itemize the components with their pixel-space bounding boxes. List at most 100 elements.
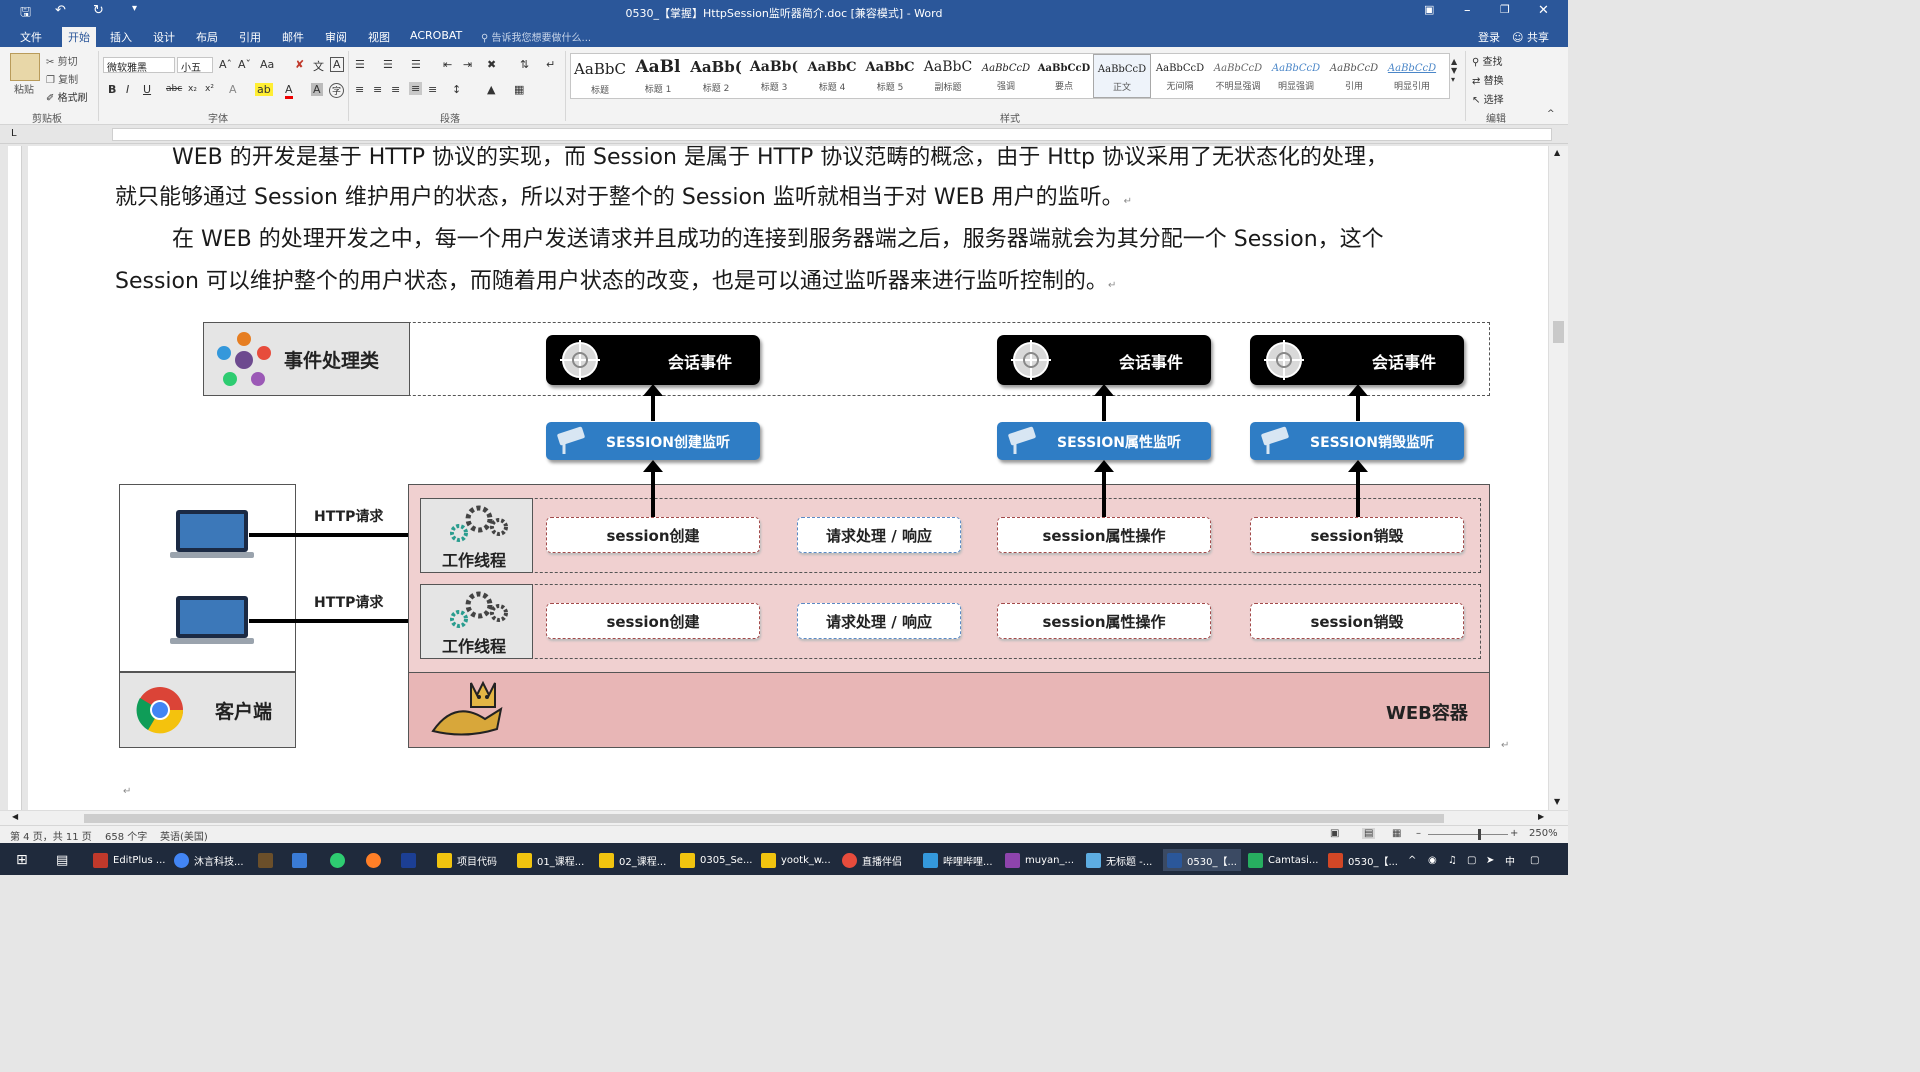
replace-button[interactable]: ⇄ 替换: [1472, 72, 1504, 87]
enclose-char-icon[interactable]: 字: [329, 83, 345, 98]
style-subtitle[interactable]: AaBbC 副标题: [919, 54, 977, 98]
vertical-scroll-thumb[interactable]: [1553, 321, 1564, 343]
chinese-layout-icon[interactable]: ✖: [487, 58, 496, 71]
taskbar-app-live[interactable]: 直播伴侣: [842, 849, 902, 871]
print-layout-icon[interactable]: ▤: [1362, 828, 1376, 839]
char-border-icon[interactable]: A: [330, 57, 344, 72]
taskbar-app-5[interactable]: [330, 849, 350, 871]
zoom-level[interactable]: 250%: [1529, 828, 1558, 839]
style-normal[interactable]: AaBbCcD 正文: [1093, 54, 1151, 98]
document-page[interactable]: WEB 的开发是基于 HTTP 协议的实现，而 Session 是属于 HTTP…: [28, 146, 1548, 810]
borders-icon[interactable]: ▦: [514, 83, 524, 96]
paste-icon[interactable]: [10, 53, 40, 81]
style-strong[interactable]: AaBbCcD 要点: [1035, 54, 1093, 98]
italic-icon[interactable]: I: [126, 83, 129, 96]
font-color-icon[interactable]: A: [285, 83, 293, 99]
zoom-slider[interactable]: [1428, 834, 1508, 835]
tab-selector-icon[interactable]: L: [11, 128, 17, 139]
style-heading-3[interactable]: AaBb(标题 3: [745, 54, 803, 98]
language-indicator[interactable]: 英语(美国): [160, 828, 208, 843]
style-heading-1[interactable]: AaBl 标题 1: [629, 54, 687, 98]
tab-references[interactable]: 引用: [239, 29, 261, 45]
taskbar-app-3[interactable]: [258, 849, 278, 871]
page-count[interactable]: 第 4 页，共 11 页: [10, 828, 92, 843]
text-effects-icon[interactable]: A: [229, 83, 237, 96]
superscript-icon[interactable]: x²: [205, 84, 214, 94]
strikethrough-icon[interactable]: abc: [166, 84, 182, 94]
taskbar-folder-4[interactable]: 0305_Se...: [680, 849, 753, 871]
horizontal-scrollbar[interactable]: ◀ ▶: [0, 810, 1568, 825]
taskbar-app-chrome[interactable]: 沐言科技...: [174, 849, 244, 871]
line-spacing-icon[interactable]: ↕: [452, 83, 461, 96]
style-intense-quote[interactable]: AaBbCcD 明显引用: [1383, 54, 1441, 98]
taskbar-folder-1[interactable]: 项目代码: [437, 849, 497, 871]
multilevel-list-icon[interactable]: ☰: [411, 58, 421, 71]
share-button[interactable]: ☺ 共享: [1512, 29, 1549, 45]
tab-mailings[interactable]: 邮件: [282, 29, 304, 45]
font-size-select[interactable]: 小五: [177, 57, 213, 74]
horizontal-ruler[interactable]: L: [0, 125, 1568, 144]
tab-design[interactable]: 设计: [153, 29, 175, 45]
scroll-down-icon[interactable]: ▼: [1554, 797, 1560, 806]
horizontal-scroll-thumb[interactable]: [84, 814, 1444, 823]
close-button[interactable]: ✕: [1538, 3, 1549, 18]
decrease-indent-icon[interactable]: ⇤: [443, 58, 452, 71]
taskbar-app-bilibili[interactable]: 哔哩哔哩...: [923, 849, 993, 871]
shrink-font-icon[interactable]: Aˇ: [238, 58, 251, 71]
zoom-out-icon[interactable]: –: [1416, 828, 1421, 839]
sort-icon[interactable]: ⇅: [520, 58, 529, 71]
taskbar-folder-3[interactable]: 02_课程...: [599, 849, 666, 871]
subscript-icon[interactable]: x₂: [188, 84, 197, 94]
zoom-in-icon[interactable]: +: [1510, 828, 1518, 839]
taskbar-folder-5[interactable]: yootk_w...: [761, 849, 831, 871]
style-quote[interactable]: AaBbCcD 引用: [1325, 54, 1383, 98]
scroll-left-icon[interactable]: ◀: [12, 812, 18, 821]
font-name-select[interactable]: 微软雅黑: [103, 57, 175, 74]
bold-icon[interactable]: B: [108, 83, 116, 96]
style-heading-4[interactable]: AaBbC 标题 4: [803, 54, 861, 98]
find-button[interactable]: ⚲ 查找: [1472, 53, 1503, 68]
phonetic-guide-icon[interactable]: 文: [313, 58, 324, 74]
style-heading-5[interactable]: AaBbC 标题 5: [861, 54, 919, 98]
bullets-icon[interactable]: ☰: [355, 58, 365, 71]
tab-home[interactable]: 开始: [62, 27, 96, 47]
taskbar-app-paint[interactable]: 无标题 -...: [1086, 849, 1152, 871]
taskbar-app-powerpoint[interactable]: 0530_【...: [1328, 849, 1398, 871]
tab-review[interactable]: 审阅: [325, 29, 347, 45]
tell-me-search[interactable]: ⚲ 告诉我您想要做什么...: [481, 29, 591, 44]
align-right-icon[interactable]: ≡: [391, 83, 400, 96]
taskbar-app-photoshop[interactable]: [401, 849, 421, 871]
send-icon[interactable]: ➤: [1486, 849, 1494, 871]
sign-in-link[interactable]: 登录: [1478, 29, 1500, 45]
tab-file[interactable]: 文件: [20, 29, 42, 45]
style-emphasis[interactable]: AaBbCcD 强调: [977, 54, 1035, 98]
ime-indicator[interactable]: 中: [1505, 849, 1515, 871]
zoom-slider-thumb[interactable]: [1478, 829, 1481, 840]
justify-icon[interactable]: ≡: [409, 82, 423, 95]
scroll-right-icon[interactable]: ▶: [1538, 812, 1544, 821]
style-no-spacing[interactable]: AaBbCcD 无间隔: [1151, 54, 1209, 98]
taskbar-app-firefox[interactable]: [366, 849, 386, 871]
tab-insert[interactable]: 插入: [110, 29, 132, 45]
taskbar-app-idea[interactable]: muyan_...: [1005, 849, 1074, 871]
display-icon[interactable]: ▢: [1467, 849, 1476, 871]
style-intense-emphasis[interactable]: AaBbCcD 明显强调: [1267, 54, 1325, 98]
style-subtle-emphasis[interactable]: AaBbCcD 不明显强调: [1209, 54, 1267, 98]
cut-button[interactable]: ✂ 剪切: [46, 53, 78, 68]
task-view-icon[interactable]: ▤: [56, 849, 68, 871]
minimize-button[interactable]: –: [1464, 3, 1471, 18]
tab-acrobat[interactable]: ACROBAT: [410, 29, 462, 42]
styles-scroll-icon[interactable]: ▲ ▼ ▾: [1451, 57, 1457, 84]
increase-indent-icon[interactable]: ⇥: [463, 58, 472, 71]
restore-button[interactable]: ❐: [1500, 3, 1510, 16]
tab-layout[interactable]: 布局: [196, 29, 218, 45]
tray-chevron-icon[interactable]: ^: [1408, 849, 1416, 871]
char-shading-icon[interactable]: A: [311, 83, 323, 96]
paste-button[interactable]: 粘贴: [14, 81, 34, 96]
notification-icon[interactable]: ▢: [1530, 849, 1539, 871]
highlight-icon[interactable]: ab: [255, 83, 273, 96]
windows-start-icon[interactable]: ⊞: [16, 849, 28, 871]
numbering-icon[interactable]: ☰: [383, 58, 393, 71]
style-heading-2[interactable]: AaBb(标题 2: [687, 54, 745, 98]
taskbar-app-camtasia[interactable]: Camtasi...: [1248, 849, 1318, 871]
